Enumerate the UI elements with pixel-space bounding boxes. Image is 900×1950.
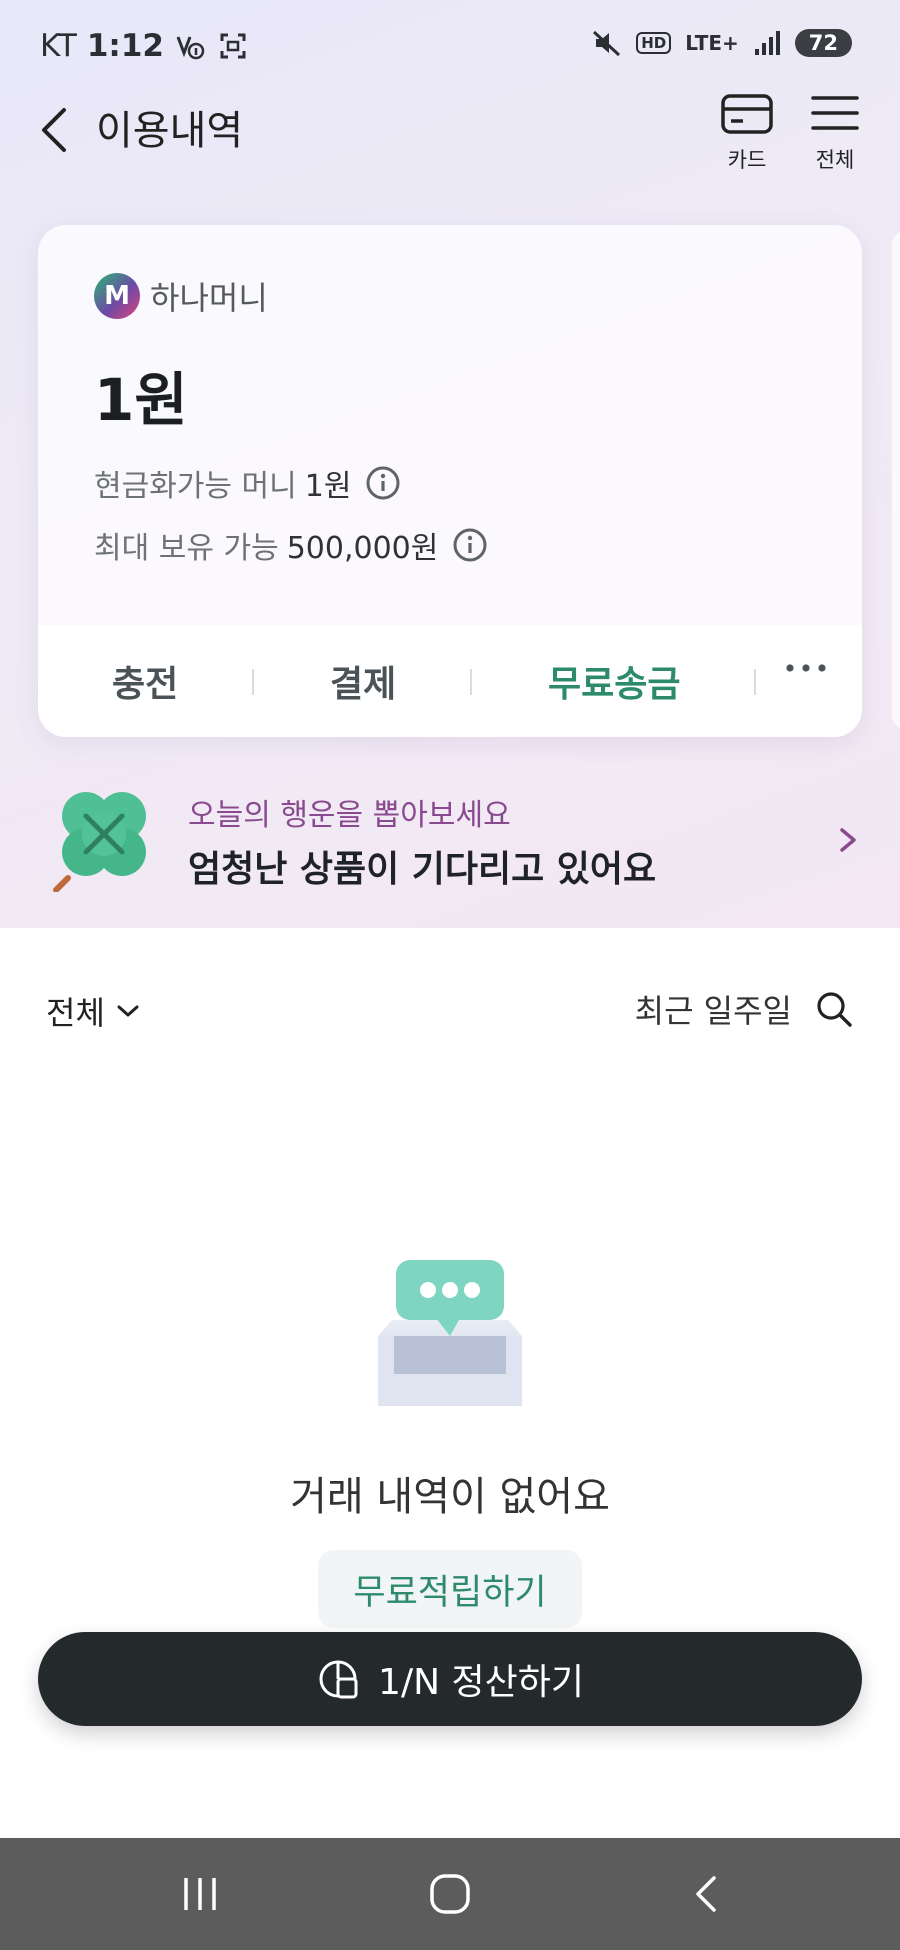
page-title: 이용내역 [96, 108, 244, 154]
network-type: LTE+ [685, 31, 739, 55]
free-transfer-button[interactable]: 무료송금 [548, 655, 680, 707]
volte-icon [176, 36, 205, 60]
promo-title: 엄청난 상품이 기다리고 있어요 [188, 849, 657, 890]
split-bill-label: 1/N 정산하기 [378, 1662, 584, 1703]
max-hold-label: 최대 보유 가능 [94, 531, 279, 566]
nav-back-icon[interactable] [684, 1872, 728, 1916]
brand-row: M 하나머니 [94, 273, 268, 319]
card-actions: 충전 결제 무료송금 [38, 625, 862, 737]
clock: 1:12 [86, 28, 164, 64]
chevron-down-icon [117, 1005, 139, 1017]
hd-badge: HD [636, 32, 672, 54]
screenshot-icon [220, 33, 246, 59]
recent-apps-icon[interactable] [178, 1872, 222, 1916]
type-filter-label: 전체 [46, 994, 105, 1032]
search-icon[interactable] [814, 989, 854, 1029]
signal-icon [754, 31, 780, 55]
clover-icon [53, 792, 146, 892]
more-icon[interactable] [784, 661, 828, 675]
menu-button[interactable]: 전체 [800, 92, 870, 174]
home-icon[interactable] [428, 1872, 472, 1916]
next-card-peek[interactable] [892, 230, 900, 730]
chevron-right-icon [840, 828, 856, 852]
carrier-label: KT [40, 28, 77, 64]
lucky-draw-banner[interactable]: 오늘의 행운을 뽑아보세요 엄청난 상품이 기다리고 있어요 [0, 770, 900, 900]
card-button-label: 카드 [727, 148, 767, 172]
max-hold-row: 최대 보유 가능 500,000원 [94, 523, 488, 567]
brand-name: 하나머니 [150, 279, 268, 317]
card-button[interactable]: 카드 [712, 92, 782, 174]
empty-message: 거래 내역이 없어요 [290, 1474, 610, 1520]
cashable-value: 1원 [304, 469, 352, 504]
menu-button-label: 전체 [815, 148, 855, 172]
mute-icon [593, 30, 621, 57]
type-filter-dropdown[interactable]: 전체 [46, 988, 141, 1034]
status-left: KT 1:12 [40, 28, 248, 64]
status-bar: KT 1:12 HD LTE+ 72 [0, 0, 900, 92]
free-earn-button[interactable]: 무료적립하기 [318, 1550, 582, 1628]
cashable-row: 현금화가능 머니 1원 [94, 461, 401, 505]
balance-amount: 1원 [94, 366, 188, 434]
brand-logo: M [94, 273, 140, 319]
period-filter: 최근 일주일 [635, 986, 854, 1032]
inbox-icon [378, 1260, 522, 1406]
split-bill-button[interactable]: 1/N 정산하기 [38, 1632, 862, 1726]
max-hold-value: 500,000원 [286, 531, 439, 566]
status-right: HD LTE+ 72 [592, 28, 852, 58]
divider [470, 669, 472, 695]
promo-subtitle: 오늘의 행운을 뽑아보세요 [188, 798, 511, 833]
battery-indicator: 72 [794, 29, 852, 57]
header: 이용내역 카드 전체 [0, 92, 900, 182]
pay-button[interactable]: 결제 [330, 655, 396, 707]
info-icon[interactable] [452, 527, 488, 563]
info-icon[interactable] [365, 465, 401, 501]
divider [252, 669, 254, 695]
period-filter-label[interactable]: 최근 일주일 [635, 986, 792, 1032]
cashable-label: 현금화가능 머니 [94, 469, 297, 504]
card-icon [721, 94, 773, 134]
menu-icon [811, 96, 859, 130]
charge-button[interactable]: 충전 [112, 655, 178, 707]
system-nav-bar [0, 1838, 900, 1950]
divider [754, 669, 756, 695]
split-icon [319, 1660, 358, 1699]
balance-card: M 하나머니 1원 현금화가능 머니 1원 최대 보유 가능 500,000원 … [38, 225, 862, 737]
back-icon[interactable] [34, 100, 78, 160]
